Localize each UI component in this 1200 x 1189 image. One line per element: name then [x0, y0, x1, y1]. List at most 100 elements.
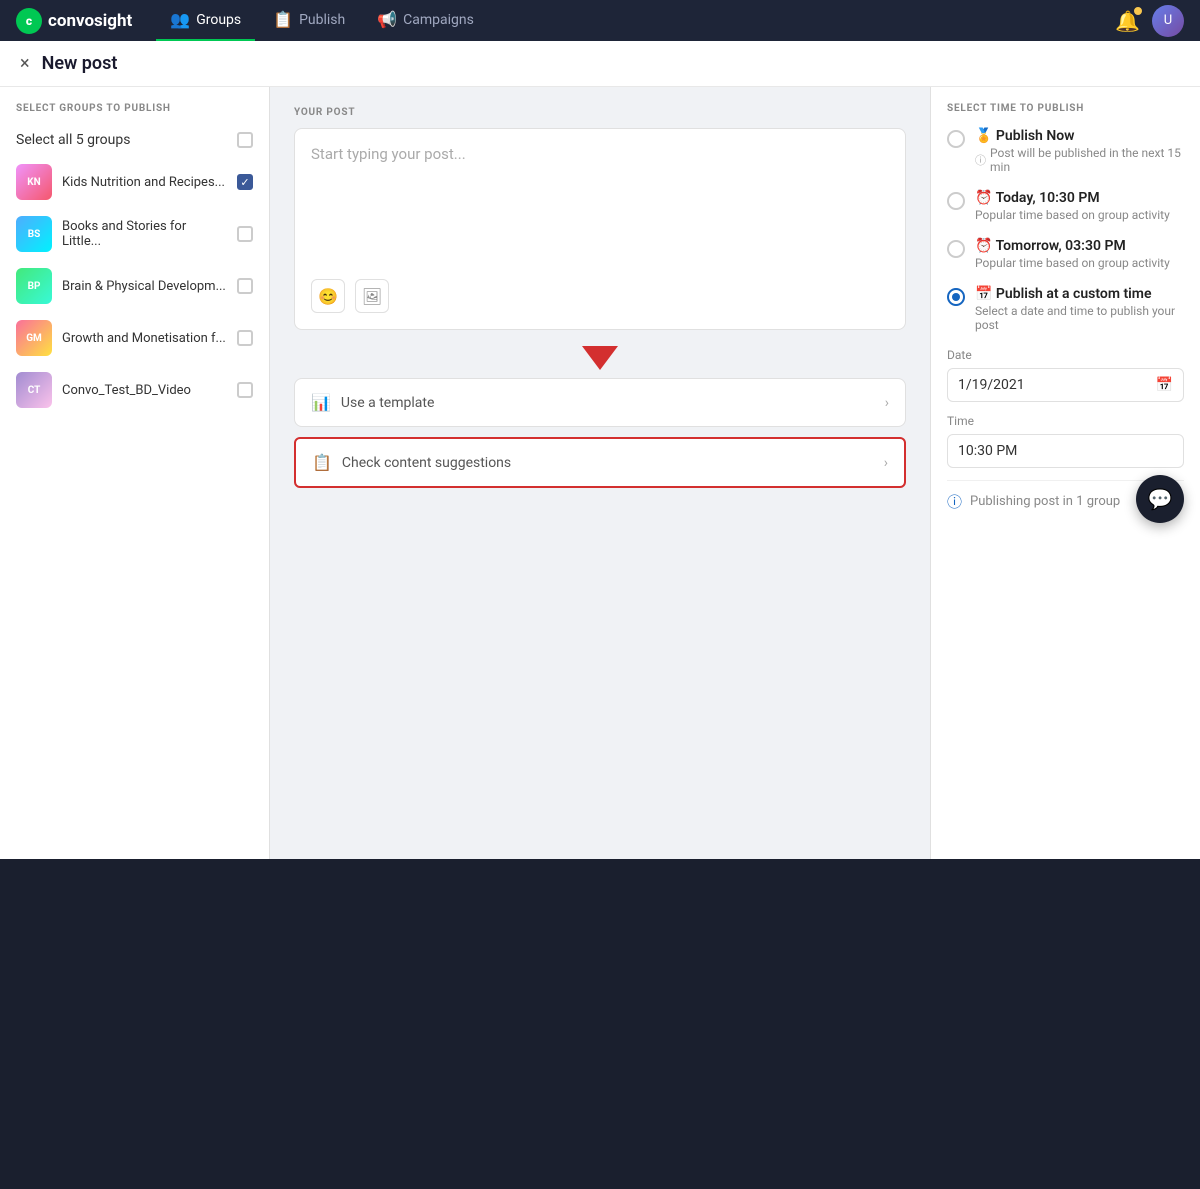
select-all-label: Select all 5 groups — [16, 132, 130, 148]
time-section-label: SELECT TIME TO PUBLISH — [947, 103, 1184, 114]
select-all-checkbox[interactable] — [237, 132, 253, 148]
custom-time-radio[interactable] — [947, 288, 965, 306]
date-label: Date — [947, 348, 1184, 362]
notification-bell[interactable]: 🔔 — [1115, 9, 1140, 33]
brand-name: convosight — [48, 11, 132, 31]
group-name: Books and Stories for Little... — [62, 219, 227, 249]
today-subtitle: Popular time based on group activity — [975, 208, 1184, 222]
post-textarea[interactable] — [311, 145, 889, 265]
group-thumbnail: BP — [16, 268, 52, 304]
custom-time-subtitle: Select a date and time to publish your p… — [975, 304, 1184, 332]
tomorrow-subtitle: Popular time based on group activity — [975, 256, 1184, 270]
custom-time-title: 📅 Publish at a custom time — [975, 286, 1184, 302]
publish-now-subtitle: ⓘ Post will be published in the next 15 … — [975, 146, 1184, 174]
group-checkbox[interactable] — [237, 382, 253, 398]
group-name: Growth and Monetisation f... — [62, 331, 227, 346]
group-checkbox[interactable]: ✓ — [237, 174, 253, 190]
campaigns-icon: 📢 — [377, 10, 397, 29]
arrow-indicator — [294, 346, 906, 370]
nav-item-publish[interactable]: 📋 Publish — [259, 0, 359, 41]
today-option[interactable]: ⏰ Today, 10:30 PM Popular time based on … — [947, 190, 1184, 222]
date-input[interactable]: 1/19/2021 📅 — [947, 368, 1184, 402]
custom-time-option[interactable]: 📅 Publish at a custom time Select a date… — [947, 286, 1184, 332]
use-template-row[interactable]: 📊 Use a template › — [294, 378, 906, 427]
use-template-left: 📊 Use a template — [311, 393, 434, 412]
group-item[interactable]: BP Brain & Physical Developm... — [0, 260, 269, 312]
publish-now-title: 🏅 Publish Now — [975, 128, 1184, 144]
group-name: Brain & Physical Developm... — [62, 279, 227, 294]
publishing-info-text: Publishing post in 1 group — [970, 494, 1120, 509]
left-panel: SELECT GROUPS TO PUBLISH Select all 5 gr… — [0, 87, 270, 859]
template-icon: 📊 — [311, 393, 331, 412]
user-avatar[interactable]: U — [1152, 5, 1184, 37]
use-template-label: Use a template — [341, 395, 434, 411]
left-panel-section-label: SELECT GROUPS TO PUBLISH — [0, 103, 269, 124]
date-value: 1/19/2021 — [958, 377, 1025, 393]
group-item[interactable]: CT Convo_Test_BD_Video — [0, 364, 269, 416]
today-content: ⏰ Today, 10:30 PM Popular time based on … — [975, 190, 1184, 222]
tomorrow-radio[interactable] — [947, 240, 965, 258]
tomorrow-title: ⏰ Tomorrow, 03:30 PM — [975, 238, 1184, 254]
nav-item-publish-label: Publish — [299, 12, 345, 28]
publish-icon: 📋 — [273, 10, 293, 29]
publish-now-option[interactable]: 🏅 Publish Now ⓘ Post will be published i… — [947, 128, 1184, 174]
group-checkbox[interactable] — [237, 278, 253, 294]
group-checkbox[interactable] — [237, 226, 253, 242]
time-value: 10:30 PM — [958, 443, 1017, 459]
group-thumbnail: BS — [16, 216, 52, 252]
center-panel: YOUR POST 😊 🖼 📊 Use a template › 📋 Check… — [270, 87, 930, 859]
nav-item-groups-label: Groups — [196, 12, 241, 28]
brand: c convosight — [16, 8, 132, 34]
navbar: c convosight 👥 Groups 📋 Publish 📢 Campai… — [0, 0, 1200, 41]
time-label: Time — [947, 414, 1184, 428]
group-item[interactable]: KN Kids Nutrition and Recipes... ✓ — [0, 156, 269, 208]
red-arrow-icon — [582, 346, 618, 370]
check-suggestions-left: 📋 Check content suggestions — [312, 453, 511, 472]
nav-item-groups[interactable]: 👥 Groups — [156, 0, 255, 41]
nav-item-campaigns-label: Campaigns — [403, 12, 474, 28]
suggestions-chevron-icon: › — [884, 455, 888, 471]
group-thumbnail: CT — [16, 372, 52, 408]
page-title: New post — [42, 53, 118, 74]
today-radio[interactable] — [947, 192, 965, 210]
notification-badge — [1133, 6, 1143, 16]
right-panel: SELECT TIME TO PUBLISH 🏅 Publish Now ⓘ P… — [930, 87, 1200, 859]
chat-bubble-button[interactable]: 💬 — [1136, 475, 1184, 523]
main-content: SELECT GROUPS TO PUBLISH Select all 5 gr… — [0, 87, 1200, 859]
post-actions: 😊 🖼 — [311, 279, 889, 313]
your-post-label: YOUR POST — [294, 107, 906, 118]
tomorrow-option[interactable]: ⏰ Tomorrow, 03:30 PM Popular time based … — [947, 238, 1184, 270]
group-thumbnail: KN — [16, 164, 52, 200]
bottom-dark-area — [0, 859, 1200, 1189]
suggestions-icon: 📋 — [312, 453, 332, 472]
post-box: 😊 🖼 — [294, 128, 906, 330]
group-item[interactable]: GM Growth and Monetisation f... — [0, 312, 269, 364]
emoji-button[interactable]: 😊 — [311, 279, 345, 313]
custom-time-content: 📅 Publish at a custom time Select a date… — [975, 286, 1184, 332]
check-suggestions-label: Check content suggestions — [342, 455, 511, 471]
nav-item-campaigns[interactable]: 📢 Campaigns — [363, 0, 488, 41]
template-chevron-icon: › — [885, 395, 889, 411]
group-name: Convo_Test_BD_Video — [62, 383, 227, 398]
group-item[interactable]: BS Books and Stories for Little... — [0, 208, 269, 260]
calendar-icon: 📅 — [1156, 377, 1173, 393]
check-suggestions-row[interactable]: 📋 Check content suggestions › — [294, 437, 906, 488]
nav-items: 👥 Groups 📋 Publish 📢 Campaigns — [156, 0, 1091, 41]
groups-icon: 👥 — [170, 10, 190, 29]
today-title: ⏰ Today, 10:30 PM — [975, 190, 1184, 206]
publish-now-radio[interactable] — [947, 130, 965, 148]
brand-icon: c — [16, 8, 42, 34]
publish-now-content: 🏅 Publish Now ⓘ Post will be published i… — [975, 128, 1184, 174]
chat-bubble-icon: 💬 — [1148, 487, 1173, 511]
group-checkbox[interactable] — [237, 330, 253, 346]
time-input[interactable]: 10:30 PM — [947, 434, 1184, 468]
group-name: Kids Nutrition and Recipes... — [62, 175, 227, 190]
info-icon: ⓘ — [975, 152, 986, 168]
nav-right: 🔔 U — [1115, 5, 1184, 37]
tomorrow-content: ⏰ Tomorrow, 03:30 PM Popular time based … — [975, 238, 1184, 270]
page-header: × New post — [0, 41, 1200, 87]
close-button[interactable]: × — [20, 53, 30, 74]
select-all-row[interactable]: Select all 5 groups — [0, 124, 269, 156]
image-button[interactable]: 🖼 — [355, 279, 389, 313]
date-time-section: Date 1/19/2021 📅 Time 10:30 PM — [947, 348, 1184, 468]
